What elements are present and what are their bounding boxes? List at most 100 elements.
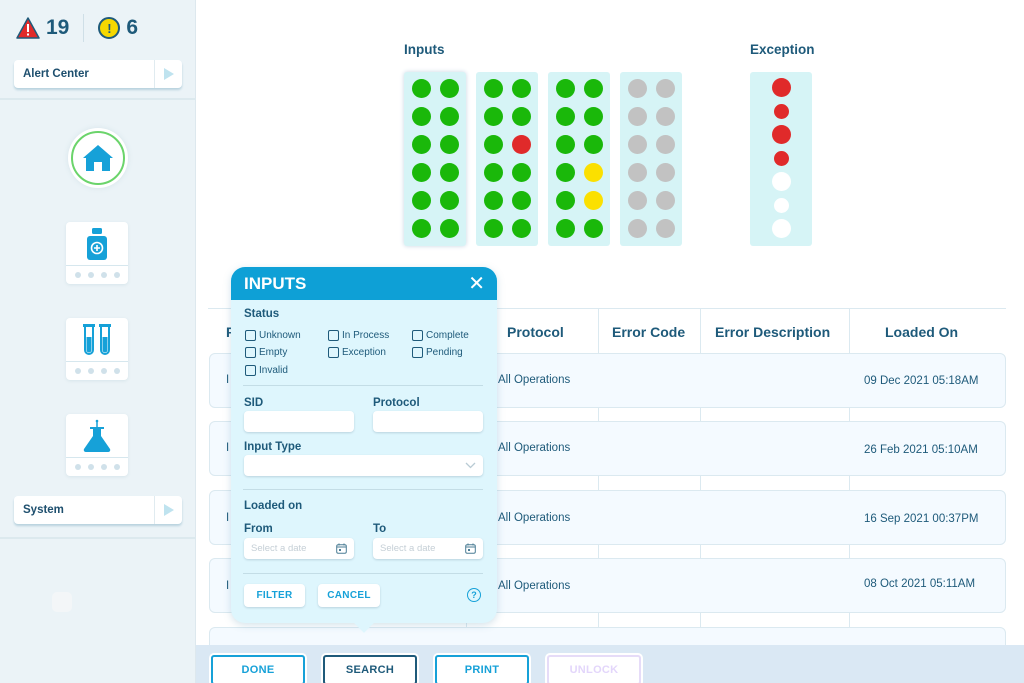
- tube-position-green[interactable]: [412, 163, 431, 182]
- tube-position-green[interactable]: [556, 107, 575, 126]
- exception-rack[interactable]: [750, 72, 812, 246]
- tube-position-green[interactable]: [412, 219, 431, 238]
- input-rack[interactable]: [548, 72, 610, 246]
- tube-position-green[interactable]: [556, 135, 575, 154]
- tube-position-green[interactable]: [412, 79, 431, 98]
- tube-position-green[interactable]: [512, 163, 531, 182]
- tube-position-green[interactable]: [440, 163, 459, 182]
- tube-position-yellow[interactable]: [584, 163, 603, 182]
- column-header-loaded-on[interactable]: Loaded On: [885, 324, 958, 340]
- tube-position-green[interactable]: [584, 219, 603, 238]
- exception-position-white[interactable]: [771, 219, 791, 238]
- cancel-button[interactable]: CANCEL: [318, 584, 380, 607]
- sid-label: SID: [244, 397, 264, 409]
- print-button[interactable]: PRINT: [435, 655, 529, 683]
- tube-position-gray[interactable]: [656, 135, 675, 154]
- close-icon[interactable]: ✕: [468, 274, 485, 294]
- tube-position-gray[interactable]: [656, 163, 675, 182]
- exception-position-white[interactable]: [773, 197, 789, 213]
- status-checkbox-unknown[interactable]: Unknown: [245, 330, 301, 341]
- tube-position-green[interactable]: [412, 107, 431, 126]
- tube-position-green[interactable]: [412, 191, 431, 210]
- error-alert[interactable]: 19: [16, 16, 69, 40]
- tube-position-gray[interactable]: [628, 135, 647, 154]
- tube-position-gray[interactable]: [656, 191, 675, 210]
- tube-position-gray[interactable]: [628, 191, 647, 210]
- search-button[interactable]: SEARCH: [323, 655, 417, 683]
- tube-position-green[interactable]: [484, 79, 503, 98]
- sid-input[interactable]: [244, 411, 354, 432]
- tube-position-green[interactable]: [412, 135, 431, 154]
- input-rack[interactable]: [620, 72, 682, 246]
- column-header-error-description[interactable]: Error Description: [715, 324, 830, 340]
- tube-position-green[interactable]: [556, 191, 575, 210]
- alert-center-button[interactable]: Alert Center: [14, 60, 182, 88]
- tube-position-green[interactable]: [484, 135, 503, 154]
- tube-position-green[interactable]: [440, 135, 459, 154]
- tube-position-gray[interactable]: [628, 79, 647, 98]
- tube-position-green[interactable]: [556, 79, 575, 98]
- status-checkbox-complete[interactable]: Complete: [412, 330, 469, 341]
- tube-position-green[interactable]: [556, 163, 575, 182]
- tube-position-green[interactable]: [440, 107, 459, 126]
- from-date-input[interactable]: Select a date: [244, 538, 354, 559]
- tube-position-green[interactable]: [484, 107, 503, 126]
- play-arrow-icon: [154, 496, 182, 524]
- assays-tile[interactable]: [66, 414, 128, 476]
- checkbox-label: In Process: [342, 330, 390, 341]
- tube-position-green[interactable]: [484, 219, 503, 238]
- exception-position-red[interactable]: [771, 125, 791, 144]
- calendar-icon[interactable]: [336, 543, 347, 554]
- status-checkbox-empty[interactable]: Empty: [245, 347, 287, 358]
- filter-button[interactable]: FILTER: [244, 584, 305, 607]
- system-button[interactable]: System: [14, 496, 182, 524]
- error-triangle-icon: [16, 17, 40, 39]
- tube-position-green[interactable]: [512, 219, 531, 238]
- tube-position-green[interactable]: [512, 107, 531, 126]
- exception-position-red[interactable]: [771, 78, 791, 97]
- warning-alert[interactable]: ! 6: [98, 16, 138, 40]
- done-button[interactable]: DONE: [211, 655, 305, 683]
- status-checkbox-pending[interactable]: Pending: [412, 347, 463, 358]
- to-date-input[interactable]: Select a date: [373, 538, 483, 559]
- tube-position-green[interactable]: [584, 79, 603, 98]
- protocol-input[interactable]: [373, 411, 483, 432]
- calendar-icon[interactable]: [465, 543, 476, 554]
- tube-position-gray[interactable]: [656, 219, 675, 238]
- reagents-tile[interactable]: [66, 222, 128, 284]
- input-rack[interactable]: [404, 72, 466, 246]
- tube-position-green[interactable]: [584, 135, 603, 154]
- home-button[interactable]: [68, 128, 128, 188]
- column-header-error-code[interactable]: Error Code: [612, 324, 685, 340]
- tube-position-green[interactable]: [584, 107, 603, 126]
- status-checkbox-exception[interactable]: Exception: [328, 347, 386, 358]
- tube-position-green[interactable]: [484, 191, 503, 210]
- play-arrow-icon: [154, 60, 182, 88]
- input-type-select[interactable]: [244, 455, 483, 476]
- tube-position-green[interactable]: [440, 219, 459, 238]
- tube-position-green[interactable]: [484, 163, 503, 182]
- input-rack[interactable]: [476, 72, 538, 246]
- tube-position-gray[interactable]: [656, 79, 675, 98]
- status-label: Status: [244, 308, 280, 320]
- tube-position-gray[interactable]: [628, 219, 647, 238]
- exception-position-red[interactable]: [773, 150, 789, 166]
- tube-position-green[interactable]: [512, 191, 531, 210]
- column-header-protocol[interactable]: Protocol: [507, 324, 564, 340]
- tube-position-gray[interactable]: [628, 163, 647, 182]
- tube-position-green[interactable]: [440, 191, 459, 210]
- exception-position-red[interactable]: [773, 103, 789, 119]
- tube-position-yellow[interactable]: [584, 191, 603, 210]
- exception-position-white[interactable]: [771, 172, 791, 191]
- samples-tile[interactable]: [66, 318, 128, 380]
- tube-position-red[interactable]: [512, 135, 531, 154]
- alert-summary[interactable]: 19 ! 6: [16, 14, 138, 42]
- help-icon[interactable]: ?: [467, 588, 481, 602]
- tube-position-gray[interactable]: [628, 107, 647, 126]
- tube-position-green[interactable]: [556, 219, 575, 238]
- tube-position-green[interactable]: [512, 79, 531, 98]
- tube-position-gray[interactable]: [656, 107, 675, 126]
- tube-position-green[interactable]: [440, 79, 459, 98]
- status-checkbox-in-process[interactable]: In Process: [328, 330, 389, 341]
- status-checkbox-invalid[interactable]: Invalid: [245, 365, 288, 376]
